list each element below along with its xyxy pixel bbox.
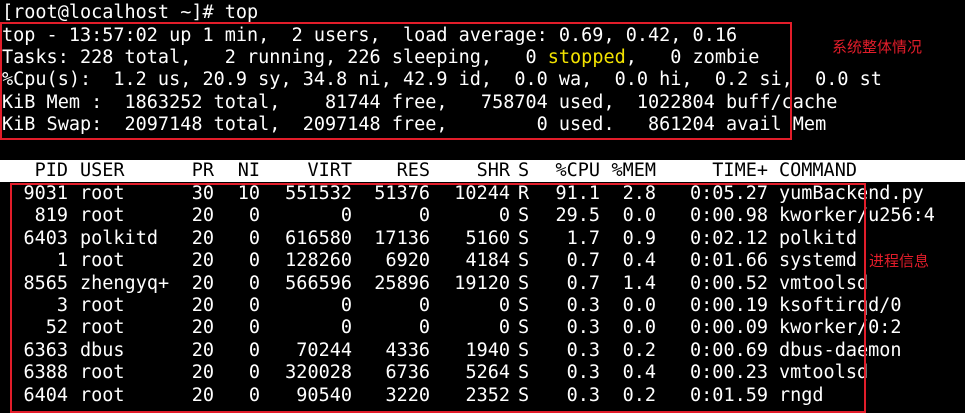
system-summary-annotation: 系统整体情况 <box>832 38 923 56</box>
system-summary-highlight-box <box>0 22 792 140</box>
column-header-mem: %MEM <box>611 160 656 181</box>
column-header-cpu: %CPU <box>555 160 600 181</box>
column-header-res: RES <box>396 160 430 181</box>
shell-prompt: [root@localhost ~]# top <box>2 2 259 23</box>
process-info-annotation: 进程信息 <box>869 252 930 270</box>
column-header-virt: VIRT <box>307 160 352 181</box>
column-header-pr: PR <box>191 160 214 181</box>
process-info-highlight-box <box>10 183 866 413</box>
column-header-user: USER <box>80 160 125 181</box>
column-header-shr: SHR <box>476 160 510 181</box>
column-header-command: COMMAND <box>779 160 857 181</box>
column-header-ni: NI <box>237 160 260 181</box>
column-header-pid: PID <box>34 160 68 181</box>
column-header-state: S <box>518 160 530 181</box>
column-header-time: TIME+ <box>712 160 768 181</box>
